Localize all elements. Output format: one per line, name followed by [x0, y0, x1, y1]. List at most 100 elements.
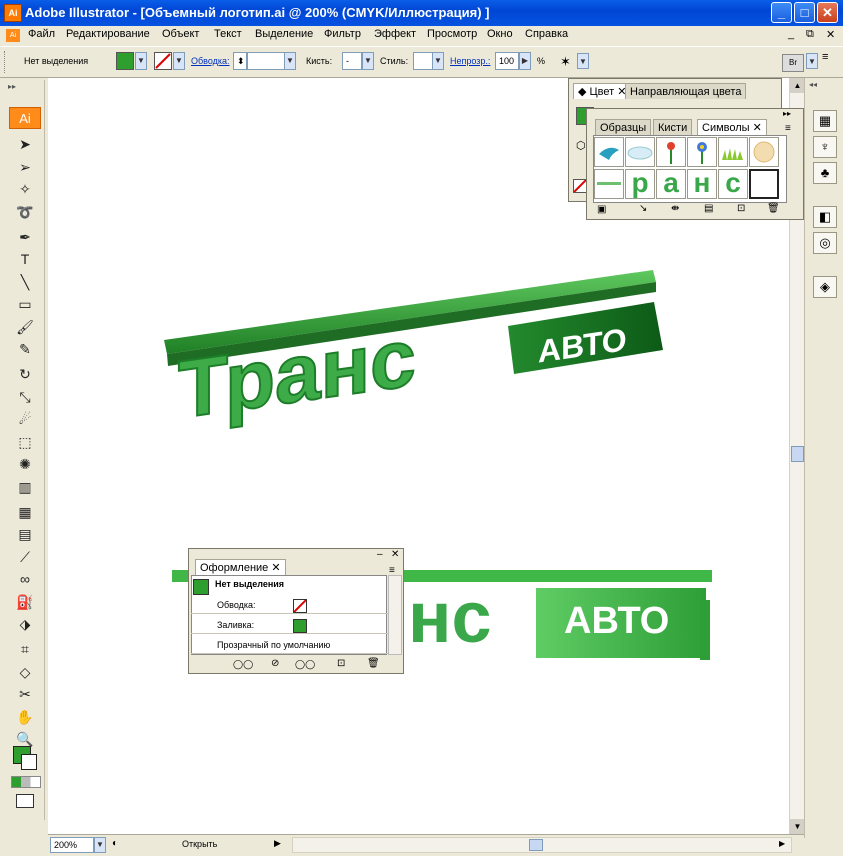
- symbols-panel-menu-icon[interactable]: ≡: [785, 123, 791, 134]
- symbol-empty-selected[interactable]: [749, 169, 779, 199]
- collapse-tools-icon[interactable]: ▸▸: [8, 82, 16, 91]
- stroke-dropdown-arrow[interactable]: ▼: [173, 52, 185, 70]
- menu-filter[interactable]: Фильтр: [324, 28, 361, 40]
- place-symbol-icon[interactable]: ↘: [639, 203, 647, 214]
- scroll-up-arrow-icon[interactable]: ▲: [790, 78, 805, 93]
- close-button[interactable]: ✕: [817, 2, 838, 23]
- opacity-label[interactable]: Непрозр.:: [450, 56, 490, 66]
- appearance-row-transparency[interactable]: Прозрачный по умолчанию: [191, 636, 388, 654]
- scale-tool-icon[interactable]: ⤡: [13, 387, 37, 407]
- opacity-input[interactable]: 100: [495, 52, 519, 70]
- rotate-tool-icon[interactable]: ↻: [13, 364, 37, 384]
- opacity-dropdown[interactable]: ▶: [519, 52, 531, 70]
- brush-dropdown[interactable]: ▼: [362, 52, 374, 70]
- logo-bottom-word[interactable]: нс: [408, 578, 492, 658]
- tab-swatches[interactable]: Образцы: [595, 119, 652, 135]
- status-menu-arrow-icon[interactable]: ▶: [274, 838, 281, 849]
- pen-tool-icon[interactable]: ✒: [13, 227, 37, 247]
- tab-symbols[interactable]: Символы ✕: [697, 119, 767, 135]
- screen-mode-button[interactable]: [16, 794, 34, 808]
- doc-close-button[interactable]: ✕: [826, 28, 835, 41]
- scroll-right-arrow-icon[interactable]: ▶: [779, 839, 785, 848]
- tab-color-guide[interactable]: Направляющая цвета: [625, 83, 747, 99]
- symbol-libraries-icon[interactable]: ▣: [597, 204, 606, 215]
- symbol-letter-s[interactable]: с: [718, 169, 748, 199]
- appearance-row-stroke[interactable]: Обводка:: [191, 596, 388, 614]
- appearance-scrollbar[interactable]: [388, 575, 402, 655]
- tab-brushes[interactable]: Кисти: [653, 119, 693, 135]
- zoom-dropdown[interactable]: ▼: [94, 837, 106, 853]
- paintbrush-tool-icon[interactable]: 🖌: [13, 317, 37, 337]
- swatches-dock-icon[interactable]: ▦: [813, 110, 837, 132]
- menu-file[interactable]: Файл: [28, 28, 55, 40]
- cube-icon[interactable]: ⬡: [576, 139, 586, 152]
- clear-appearance-icon[interactable]: ⊘: [271, 658, 279, 669]
- menu-window[interactable]: Окно: [487, 28, 513, 40]
- symbol-letter-r[interactable]: р: [625, 169, 655, 199]
- status-cycle-icon[interactable]: ◐: [112, 838, 118, 849]
- color-mode-buttons[interactable]: [11, 776, 41, 788]
- eyedropper-tool-icon[interactable]: ⟋: [13, 547, 37, 567]
- toolbox-stroke-swatch[interactable]: [21, 754, 37, 770]
- magic-wand-tool-icon[interactable]: ✧: [13, 179, 37, 199]
- break-link-icon[interactable]: ⇼: [671, 203, 679, 214]
- recolor-artwork-icon[interactable]: ✶: [560, 54, 576, 70]
- none-color-swatch[interactable]: [573, 179, 587, 193]
- crop-area-tool-icon[interactable]: ⌗: [13, 639, 37, 659]
- style-dropdown[interactable]: ▼: [432, 52, 444, 70]
- delete-symbol-icon[interactable]: 🗑: [767, 203, 780, 214]
- appearance-stroke-swatch[interactable]: [293, 599, 307, 613]
- fill-dropdown-arrow[interactable]: ▼: [135, 52, 147, 70]
- appearance-minimize-button[interactable]: –: [377, 549, 383, 560]
- menu-effect[interactable]: Эффект: [374, 28, 416, 40]
- symbol-flower-red[interactable]: [656, 137, 686, 167]
- menu-object[interactable]: Объект: [162, 28, 199, 40]
- gradient-tool-icon[interactable]: ▤: [13, 524, 37, 544]
- hand-tool-icon[interactable]: ✋: [13, 707, 37, 727]
- expand-dock-icon[interactable]: ◂◂: [809, 80, 817, 89]
- appearance-row-fill[interactable]: Заливка:: [191, 616, 388, 634]
- symbol-dandelion[interactable]: [749, 137, 779, 167]
- minimize-button[interactable]: _: [771, 2, 792, 23]
- direct-selection-tool-icon[interactable]: ➢: [13, 157, 37, 177]
- eraser-tool-icon[interactable]: ◇: [13, 662, 37, 682]
- live-paint-bucket-tool-icon[interactable]: ⛽: [13, 592, 37, 612]
- symbol-bar[interactable]: [594, 169, 624, 199]
- stroke-swatch[interactable]: [154, 52, 172, 70]
- free-transform-tool-icon[interactable]: ⬚: [13, 432, 37, 452]
- document-icon[interactable]: Ai: [6, 29, 20, 42]
- panel-menu-icon[interactable]: ≡: [822, 51, 836, 71]
- selection-tool-icon[interactable]: ➤: [13, 134, 37, 154]
- symbol-sprayer-tool-icon[interactable]: ✺: [13, 454, 37, 474]
- symbol-bird[interactable]: [594, 137, 624, 167]
- blend-tool-icon[interactable]: ∞: [13, 569, 37, 589]
- doc-restore-button[interactable]: ⧉: [806, 28, 814, 41]
- transparency-dock-icon[interactable]: ◎: [813, 232, 837, 254]
- symbol-letter-n[interactable]: н: [687, 169, 717, 199]
- appearance-fill-swatch[interactable]: [293, 619, 307, 633]
- warp-tool-icon[interactable]: ☄: [13, 409, 37, 429]
- brush-field[interactable]: -: [342, 52, 362, 70]
- reduce-basic-icon[interactable]: ◯◯: [295, 659, 315, 670]
- symbol-letter-a[interactable]: а: [656, 169, 686, 199]
- new-symbol-icon[interactable]: ⊡: [737, 203, 745, 214]
- menu-help[interactable]: Справка: [525, 28, 568, 40]
- symbol-options-icon[interactable]: ▤: [704, 203, 713, 214]
- illustrator-app-icon[interactable]: Ai: [4, 4, 22, 22]
- lasso-tool-icon[interactable]: ➰: [13, 202, 37, 222]
- delete-item-icon[interactable]: 🗑: [367, 658, 380, 669]
- control-bar-gripper[interactable]: [4, 51, 8, 73]
- logo-bottom-badge-text[interactable]: АВТО: [564, 597, 669, 645]
- live-paint-selection-tool-icon[interactable]: ⬗: [13, 614, 37, 634]
- scroll-thumb[interactable]: [791, 446, 804, 462]
- pencil-tool-icon[interactable]: ✎: [13, 339, 37, 359]
- layers-dock-icon[interactable]: ◈: [813, 276, 837, 298]
- scissors-tool-icon[interactable]: ✂: [13, 684, 37, 704]
- new-art-basic-icon[interactable]: ◯◯: [233, 659, 253, 670]
- menu-edit[interactable]: Редактирование: [66, 28, 150, 40]
- symbols-panel-expand-icon[interactable]: ▸▸: [783, 109, 791, 118]
- tab-appearance[interactable]: Оформление ✕: [195, 559, 286, 575]
- symbol-cloud[interactable]: [625, 137, 655, 167]
- horizontal-scroll-thumb[interactable]: [529, 839, 543, 851]
- menu-select[interactable]: Выделение: [255, 28, 313, 40]
